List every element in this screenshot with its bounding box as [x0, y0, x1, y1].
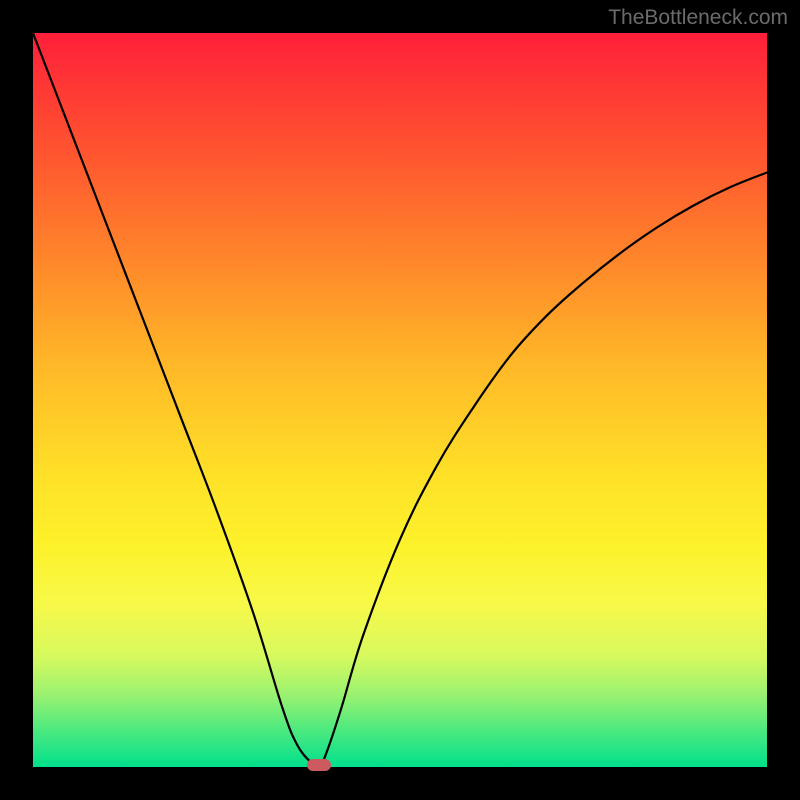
watermark-text: TheBottleneck.com	[608, 6, 788, 30]
chart-frame: TheBottleneck.com	[0, 0, 800, 800]
bottleneck-curve	[33, 33, 767, 767]
minimum-marker	[307, 759, 331, 771]
plot-area	[33, 33, 767, 767]
